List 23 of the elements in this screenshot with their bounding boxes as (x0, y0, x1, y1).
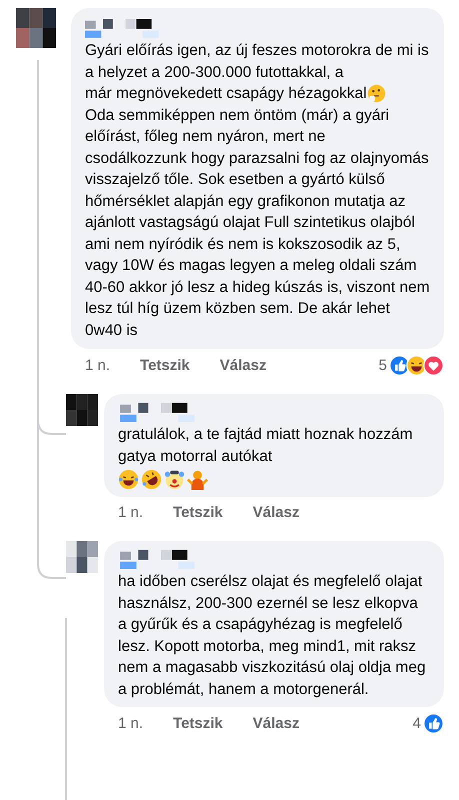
reply-link[interactable]: Válasz (252, 503, 300, 523)
reaction-count: 5 (378, 356, 387, 376)
like-link[interactable]: Tetszik (173, 714, 223, 734)
comment-text: gratulálok, a te fajtád miatt hoznak hozzám gatya motorral autókat (118, 425, 414, 466)
avatar[interactable] (16, 8, 56, 48)
like-link[interactable]: Tetszik (173, 503, 223, 523)
like-link[interactable]: Tetszik (140, 356, 190, 376)
comment-text: már megnövekedett csapágy hézagokkal (85, 84, 367, 104)
shrugging-figure-icon (187, 469, 208, 490)
comment-text: ha időben cserélsz olajat és megfelelő olajat használsz, 200-300 ezernél se lesz elkopva a gyűrűk és a csapágyhézag is megfelelő lesz. Kopott motorba, meg mind1, mit raksz nem a magasabb viszkozitású olaj oldja meg a problémát, hanem a motorgenerál. (118, 572, 427, 700)
thumbs-up-icon (423, 713, 444, 734)
reply-link[interactable]: Válasz (220, 356, 266, 376)
comment-time: 1 n. (118, 503, 144, 523)
reply-link[interactable]: Válasz (252, 714, 300, 734)
rolling-laughing-icon (141, 469, 162, 490)
comment-time: 1 n. (118, 714, 144, 734)
laughing-tears-icon (118, 469, 139, 490)
reaction-count: 4 (412, 714, 421, 734)
clown-face-icon (164, 469, 185, 490)
comment-text: Oda semmiképpen nem öntöm (már) a gyári előírást, főleg nem nyáron, mert ne csodálkozzunk hogy parazsalni fog az olajnyomás visszajelző tőle. Sok esetben a gyártó külső hőmérséklet alapján egy grafikonon mutatja az ajánlott vastagságú olajat Full szintetikus olajból ami nem nyíródik és nem is kokszosodik az 5, vagy 10W és magas legyen a meleg oldali szám 40-60 akkor jó lesz a hideg kúszás is, viszont nem lesz túl híg üzem közben sem. De akár lehet 0w40 is (85, 106, 430, 340)
avatar[interactable] (66, 541, 98, 573)
thinking-face-icon (366, 84, 386, 104)
comment-time: 1 n. (85, 356, 110, 376)
